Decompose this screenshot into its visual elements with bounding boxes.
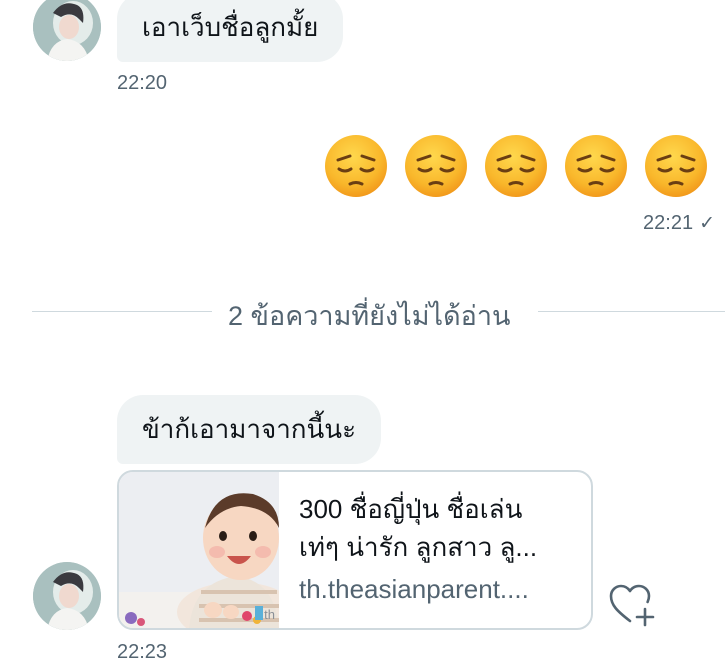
link-title-line: 300 ชื่อญี่ปุ่น ชื่อเล่น [299,494,523,524]
check-icon: ✓ [699,213,715,234]
link-title: 300 ชื่อญี่ปุ่น ชื่อเล่น เท่ๆ น่ารัก ลูก… [299,490,571,566]
outgoing-emoji-message[interactable] [324,134,708,198]
message-timestamp: 22:20 [117,72,168,94]
pensive-face-emoji [405,135,467,197]
message-timestamp: 22:23 [117,641,168,663]
message-text: เอาเว็บชื่อลูกมั้ย [142,11,319,42]
avatar[interactable] [33,0,101,61]
link-thumbnail: th [119,472,279,628]
message-timestamp: 22:21 [643,212,694,234]
link-domain: th.theasianparent.... [299,574,529,604]
link-preview-card[interactable]: th 300 ชื่อญี่ปุ่น ชื่อเล่น เท่ๆ น่ารัก … [117,470,593,630]
baby-photo [119,472,279,628]
pensive-face-emoji [485,135,547,197]
pensive-face-emoji [565,135,627,197]
avatar[interactable] [33,562,101,630]
message-text: ข้าก้เอามาจากนี้นะ [142,413,357,444]
thumbnail-watermark: th [264,607,275,622]
pensive-face-emoji [645,135,707,197]
divider-line-left [32,311,212,312]
link-card-body: 300 ชื่อญี่ปุ่น ชื่อเล่น เท่ๆ น่ารัก ลูก… [279,472,591,628]
unread-messages-divider: 2 ข้อความที่ยังไม่ได้อ่าน [228,301,511,331]
pensive-face-emoji [325,135,387,197]
avatar-photo [33,562,101,630]
link-title-line: เท่ๆ น่ารัก ลูกสาว ลู... [299,532,538,562]
avatar-photo [33,0,101,61]
divider-line-right [538,311,725,312]
reply-meta: 22:21 ✓ [643,212,715,235]
incoming-message-bubble[interactable]: เอาเว็บชื่อลูกมั้ย [117,0,344,62]
incoming-message-bubble[interactable]: ข้าก้เอามาจากนี้นะ [117,395,382,464]
heart-plus-icon[interactable] [609,583,655,627]
